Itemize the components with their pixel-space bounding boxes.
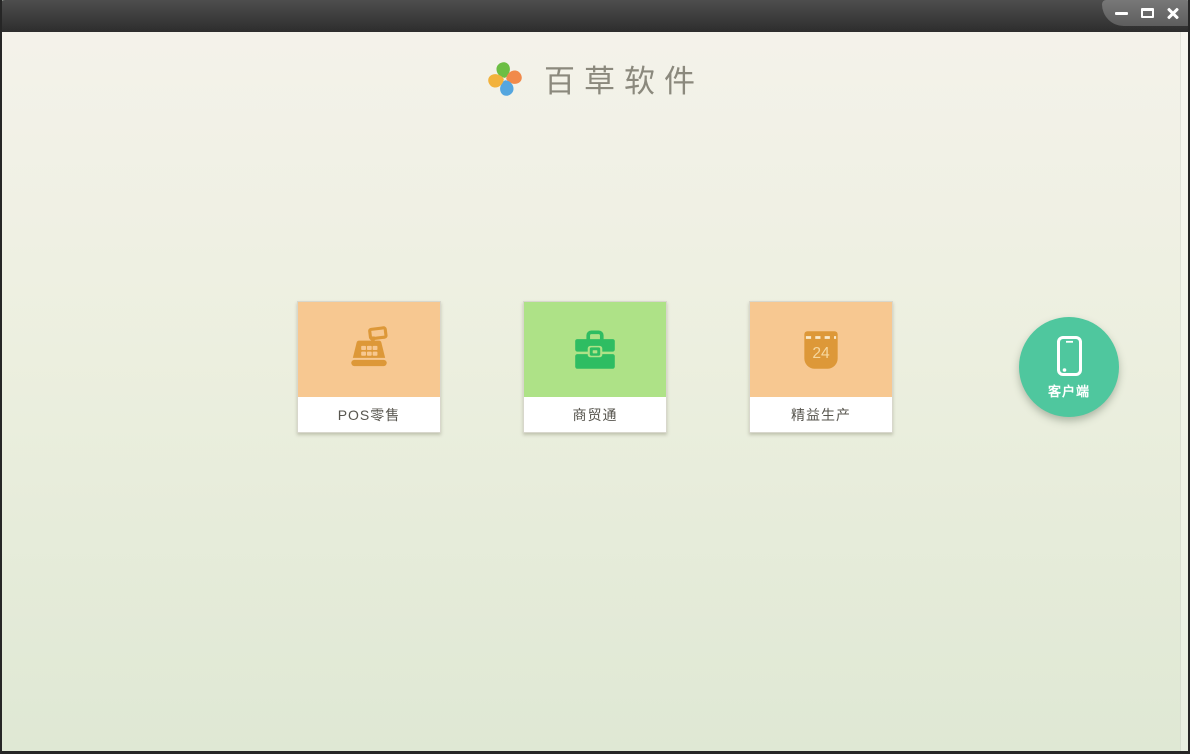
maximize-button[interactable] (1136, 3, 1158, 23)
scrollbar[interactable] (1180, 32, 1188, 751)
client-button-label: 客户端 (1047, 383, 1090, 399)
smartphone-icon (1056, 335, 1082, 376)
card-icon-area (524, 302, 666, 397)
product-card-lean[interactable]: 24 精益生产 (749, 301, 893, 433)
card-icon-area (298, 302, 440, 397)
client-button[interactable]: 客户端 (1019, 317, 1119, 417)
product-card-pos[interactable]: POS零售 (297, 301, 441, 433)
app-name: 百草软件 (544, 64, 704, 100)
card-icon-area: 24 (750, 302, 892, 397)
maximize-icon (1140, 8, 1154, 18)
main-content: 百草软件 POS零售 商贸通 24 精益生产 客户端 (2, 32, 1188, 751)
product-card-trade[interactable]: 商贸通 (523, 301, 667, 433)
close-icon (1166, 6, 1180, 20)
title-bar[interactable] (2, 0, 1188, 32)
window-controls (1102, 0, 1188, 26)
minimize-button[interactable] (1110, 3, 1132, 23)
cash-register-icon (351, 325, 388, 366)
app-logo: 百草软件 (2, 56, 1188, 101)
app-window: 百草软件 POS零售 商贸通 24 精益生产 客户端 (0, 0, 1190, 754)
card-label: POS零售 (337, 406, 401, 423)
calendar-icon: 24 (804, 330, 838, 369)
briefcase-icon (575, 329, 615, 369)
minimize-icon (1114, 11, 1128, 15)
card-label: 商贸通 (572, 406, 618, 423)
pinwheel-logo-icon (488, 61, 522, 96)
card-label: 精益生产 (791, 406, 851, 423)
close-button[interactable] (1162, 3, 1184, 23)
calendar-day: 24 (812, 344, 830, 361)
